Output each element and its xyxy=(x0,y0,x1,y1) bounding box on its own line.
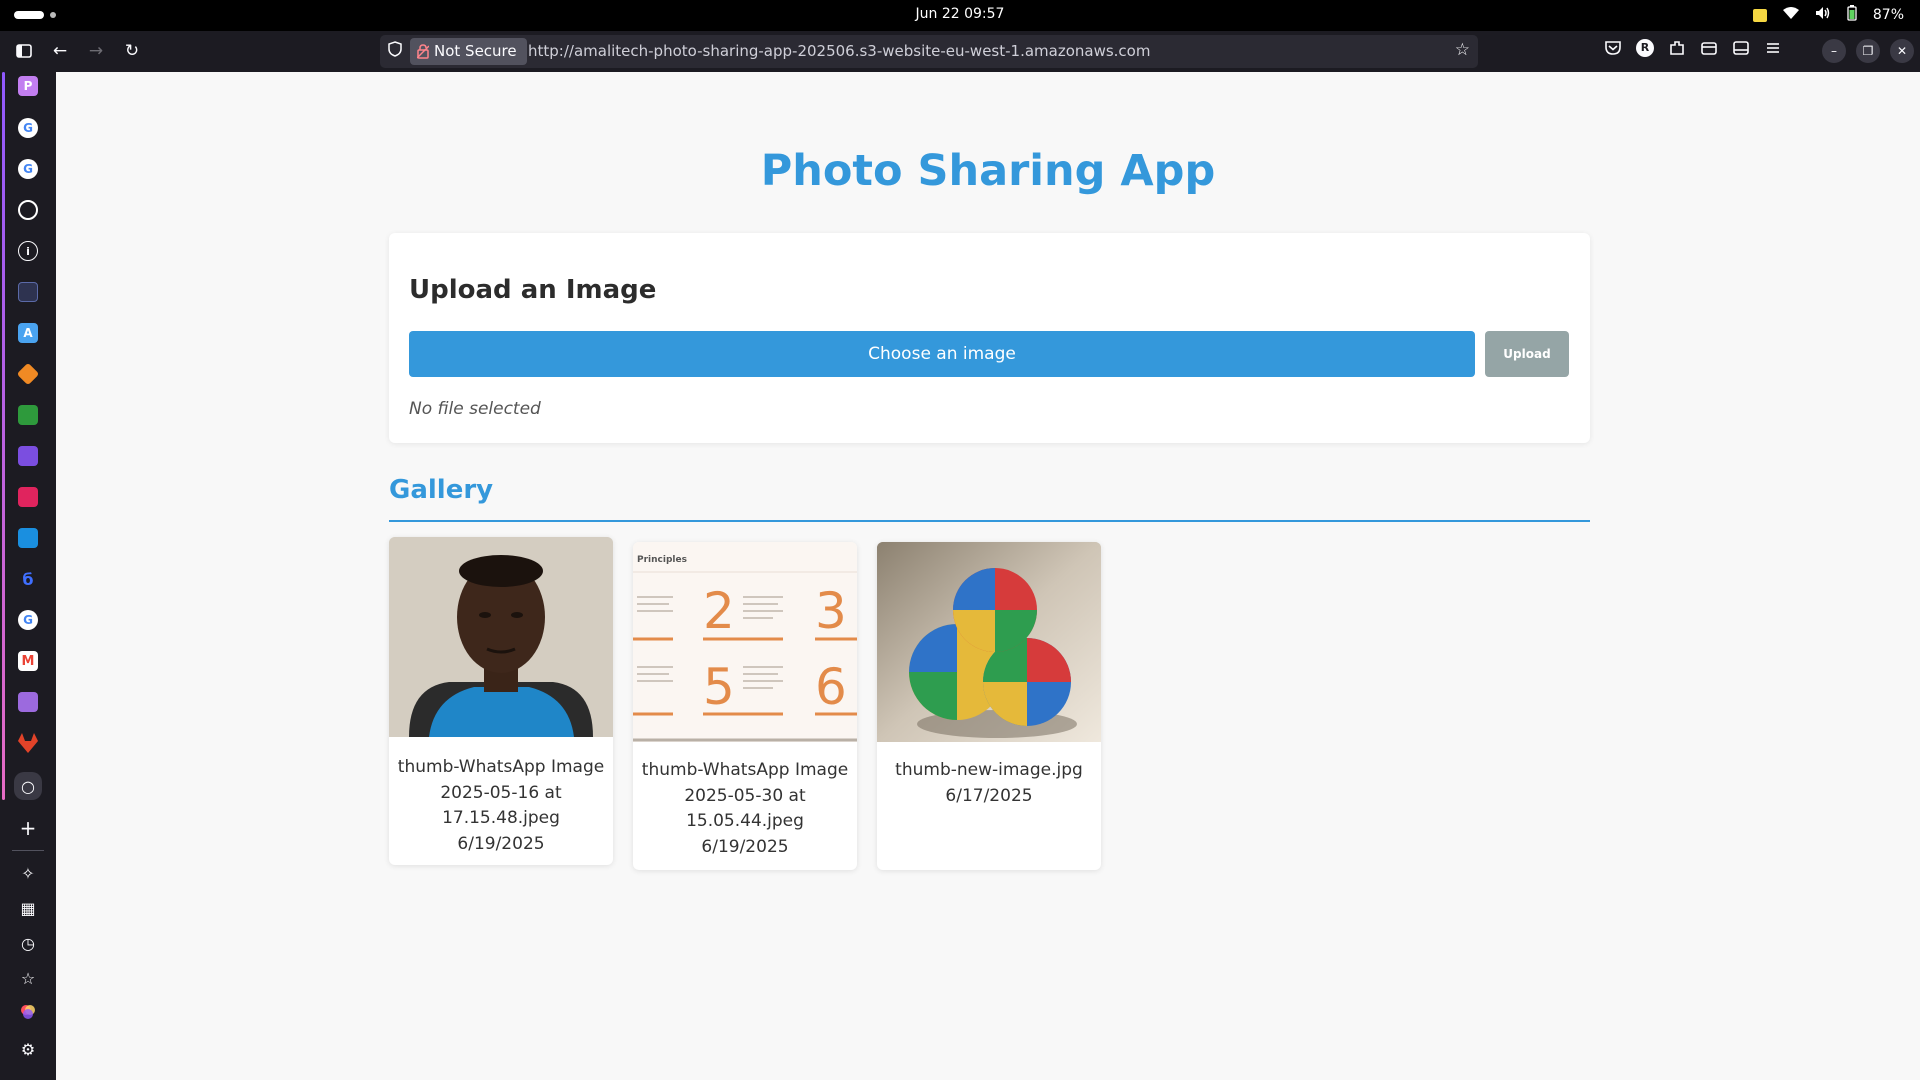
pink-app-icon[interactable] xyxy=(18,487,38,507)
restore-icon[interactable]: ❐ xyxy=(1856,39,1880,63)
gallery-item-filename: 17.15.48.jpeg xyxy=(442,808,560,828)
google-icon[interactable]: G xyxy=(18,159,38,179)
gitlab-icon[interactable] xyxy=(18,733,38,753)
back-arrow-icon[interactable]: ← xyxy=(48,39,72,63)
purple-app-icon[interactable] xyxy=(18,446,38,466)
screenshot-icon[interactable] xyxy=(1732,39,1750,61)
gallery-item[interactable]: Principles 2 3 5 6 thumb-WhatsApp Image … xyxy=(633,542,857,870)
gallery-item-filename: 2025-05-30 at xyxy=(684,785,806,806)
gallery-item-filename: 15.05.44.jpeg xyxy=(686,811,804,831)
bookmark-star-icon[interactable]: ☆ xyxy=(1455,40,1470,60)
green-app-icon[interactable] xyxy=(18,405,38,425)
web-page: Photo Sharing App Upload an Image Choose… xyxy=(56,72,1920,1080)
history-icon[interactable]: ◷ xyxy=(18,934,38,954)
document-number: 2 xyxy=(703,582,735,640)
os-top-bar: Jun 22 09:57 87% xyxy=(0,0,1920,31)
menu-hamburger-icon[interactable] xyxy=(1764,39,1782,61)
extension-r-icon[interactable]: R xyxy=(1636,39,1654,57)
page-title: Photo Sharing App xyxy=(760,146,1216,196)
close-icon[interactable]: ✕ xyxy=(1890,39,1914,63)
sidebar-divider xyxy=(12,850,44,851)
clock[interactable]: Jun 22 09:57 xyxy=(0,6,1920,22)
sidebar-p-app-icon[interactable]: P xyxy=(18,76,38,96)
browser-toolbar: ← → ↻ Not Secure http://amalitech-photo-… xyxy=(0,31,1920,72)
google-icon[interactable]: G xyxy=(18,610,38,630)
synced-tabs-icon[interactable]: ▦ xyxy=(18,899,38,919)
sidebar-a-app-icon[interactable]: A xyxy=(18,323,38,343)
address-bar[interactable]: Not Secure http://amalitech-photo-sharin… xyxy=(380,35,1478,68)
battery-percent: 87% xyxy=(1872,7,1904,23)
orange-box-icon[interactable] xyxy=(16,362,40,386)
tracking-protection-shield-icon[interactable] xyxy=(388,41,402,61)
ai-chat-icon[interactable]: ✧ xyxy=(18,864,38,884)
browser-sidebar: P G G i A б G M ○ + ✧ ▦ ◷ ☆ ⚙ xyxy=(0,72,56,1080)
not-secure-indicator[interactable]: Not Secure xyxy=(410,38,527,65)
gallery-item[interactable]: thumb-new-image.jpg 6/17/2025 xyxy=(877,542,1101,870)
document-number: 5 xyxy=(703,658,735,716)
gallery-item-date: 6/19/2025 xyxy=(457,833,545,854)
volume-icon[interactable] xyxy=(1815,6,1831,24)
sidebar-accent-line xyxy=(2,72,5,800)
gallery-item-caption: thumb-WhatsApp Image 2025-05-16 at 17.15… xyxy=(389,755,613,857)
container-icon[interactable] xyxy=(1700,39,1718,61)
reload-icon[interactable]: ↻ xyxy=(120,39,144,63)
gallery-item-filename: thumb-new-image.jpg xyxy=(895,760,1083,780)
document-heading-text: Principles xyxy=(637,555,687,565)
gallery-thumbnail-document[interactable]: Principles 2 3 5 6 xyxy=(633,542,857,742)
add-icon[interactable]: + xyxy=(18,818,38,838)
gmail-icon[interactable]: M xyxy=(18,651,38,671)
globe-icon[interactable]: ○ xyxy=(14,772,42,800)
battery-icon[interactable] xyxy=(1847,5,1857,25)
gallery-thumbnail-juggling-balls[interactable] xyxy=(877,542,1101,742)
bookmarks-icon[interactable]: ☆ xyxy=(18,969,38,989)
url-text[interactable]: http://amalitech-photo-sharing-app-20250… xyxy=(528,42,1150,60)
gallery-item[interactable]: thumb-WhatsApp Image 2025-05-16 at 17.15… xyxy=(389,537,613,865)
minimize-icon[interactable]: – xyxy=(1822,39,1846,63)
gallery-heading: Gallery xyxy=(389,475,494,505)
upload-card: Upload an Image Choose an image Upload N… xyxy=(389,233,1590,443)
choose-image-button[interactable]: Choose an image xyxy=(409,331,1475,377)
google-icon[interactable]: G xyxy=(18,118,38,138)
gallery-divider xyxy=(389,520,1590,522)
upload-button[interactable]: Upload xyxy=(1485,331,1569,377)
gallery-item-date: 6/17/2025 xyxy=(945,785,1033,806)
sidebar-toggle-icon[interactable] xyxy=(12,39,36,63)
pocket-icon[interactable] xyxy=(1604,39,1622,61)
system-tray[interactable]: 87% xyxy=(1752,5,1904,25)
gallery-item-date: 6/19/2025 xyxy=(701,836,789,857)
swirl-app-icon[interactable]: б xyxy=(18,569,38,589)
proton-mail-icon[interactable] xyxy=(18,692,38,712)
document-number: 3 xyxy=(815,582,847,640)
upload-heading: Upload an Image xyxy=(409,275,657,305)
gallery-item-filename: thumb-WhatsApp Image xyxy=(397,757,605,777)
not-secure-label: Not Secure xyxy=(434,42,517,60)
colorful-extension-icon[interactable] xyxy=(18,1004,38,1024)
github-icon[interactable] xyxy=(18,200,38,220)
blue-app-icon[interactable] xyxy=(18,528,38,548)
extensions-puzzle-icon[interactable] xyxy=(1668,39,1686,61)
app-square-icon[interactable] xyxy=(18,282,38,302)
settings-gear-icon[interactable]: ⚙ xyxy=(18,1040,38,1060)
gallery-item-caption: thumb-new-image.jpg 6/17/2025 xyxy=(877,758,1101,809)
toolbar-extensions: R xyxy=(1604,39,1782,61)
wifi-icon[interactable] xyxy=(1782,6,1799,24)
gallery-item-filename: thumb-WhatsApp Image xyxy=(641,760,849,780)
sticky-notes-icon[interactable] xyxy=(1752,8,1767,22)
info-icon[interactable]: i xyxy=(18,241,38,261)
gallery-item-filename: 2025-05-16 at xyxy=(440,782,562,803)
broken-lock-icon xyxy=(416,38,430,69)
forward-arrow-icon[interactable]: → xyxy=(84,39,108,63)
gallery-item-caption: thumb-WhatsApp Image 2025-05-30 at 15.05… xyxy=(633,758,857,860)
document-number: 6 xyxy=(815,658,847,716)
file-status-text: No file selected xyxy=(409,399,541,419)
gallery-thumbnail-portrait[interactable] xyxy=(389,537,613,737)
